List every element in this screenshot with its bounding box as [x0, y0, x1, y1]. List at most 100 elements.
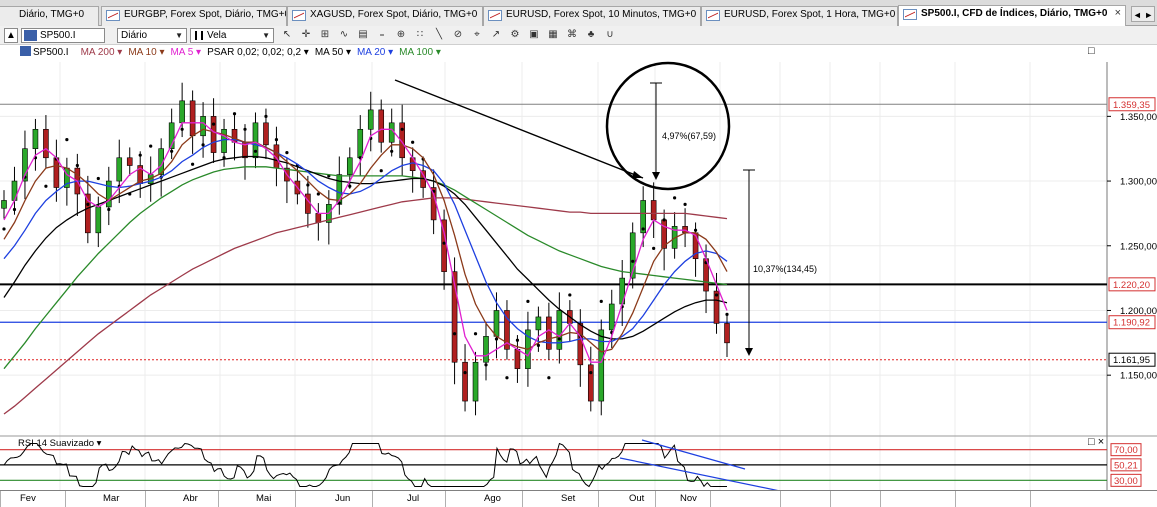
psar-dot [631, 259, 635, 263]
rsi-panel [0, 439, 1107, 490]
candle-body [263, 122, 269, 146]
psar-dot [149, 144, 153, 148]
psar-dot [526, 299, 530, 304]
candle-body [546, 316, 552, 350]
x-tick-label: Mai [256, 493, 272, 504]
measure-arrow-small [652, 172, 660, 180]
psar-dot [589, 370, 593, 375]
psar-dot [442, 241, 446, 245]
user-drawings[interactable] [394, 61, 755, 356]
x-tick-label: Jun [335, 493, 351, 504]
candle-body [357, 128, 364, 159]
price-axis[interactable]: 1.350,001.300,001.250,001.200,001.150,00… [1107, 97, 1157, 487]
psar-dot [568, 293, 572, 297]
series-line-ma-50 [3, 155, 728, 340]
candle-body [514, 348, 521, 370]
candle-body [95, 206, 102, 234]
psar-dot [641, 227, 645, 231]
psar-dot [180, 127, 184, 131]
candle-body [315, 213, 322, 223]
psar-dot [264, 114, 268, 118]
highlight-circle [605, 61, 731, 191]
rsi-level-tag: 50,21 [1114, 460, 1138, 471]
candle-body [556, 310, 563, 350]
price-chart[interactable]: 1.350,001.300,001.250,001.200,001.150,00… [0, 0, 1157, 490]
psar-dot [400, 127, 404, 131]
y-tick-label: 1.350,00 [1120, 112, 1157, 123]
psar-dot [191, 162, 195, 166]
psar-dot [505, 376, 509, 380]
measure-label-large: 10,37%(134,45) [753, 264, 818, 274]
rsi-level-tag: 30,00 [1114, 476, 1138, 487]
x-tick-label: Set [561, 493, 576, 504]
moving-averages [3, 122, 728, 415]
psar-dot [12, 207, 17, 212]
candle-body [179, 100, 185, 124]
psar-dot [599, 299, 603, 304]
psar-dot [379, 169, 383, 173]
psar-dot [725, 312, 729, 316]
candle-body [189, 100, 196, 137]
series-line-ma-20 [3, 138, 728, 344]
psar-dot [452, 332, 457, 336]
psar-dot [86, 202, 90, 206]
x-tick-label: Mar [103, 493, 120, 504]
price-level-tag: 1.161,95 [1113, 355, 1150, 366]
x-tick [0, 491, 1, 507]
rsi-label[interactable]: RSI 14 Suavizado ▾ [18, 438, 101, 449]
y-tick-label: 1.150,00 [1120, 371, 1157, 382]
psar-dot [473, 332, 478, 336]
psar-dot [211, 122, 216, 126]
candle-body [116, 157, 123, 182]
x-tick-label: Ago [484, 493, 501, 504]
x-tick [598, 491, 599, 507]
candle-body [210, 116, 217, 153]
candle-body [346, 157, 353, 175]
rsi-panel-controls[interactable]: □ × [1088, 436, 1104, 448]
rsi-level-tag: 70,00 [1114, 445, 1138, 456]
x-tick [655, 491, 656, 507]
time-axis[interactable]: Fev Mar Abr Mai Jun Jul Ago Set Out Nov [0, 490, 1157, 507]
y-tick-label: 1.250,00 [1120, 241, 1157, 252]
psar-dot [170, 149, 174, 153]
y-tick-label: 1.300,00 [1120, 177, 1157, 188]
x-tick [65, 491, 66, 507]
psar-dot [243, 127, 247, 131]
psar-dot [662, 218, 666, 222]
rsi-trendline-lower [619, 457, 779, 490]
psar-dot [673, 196, 677, 200]
candle-body [221, 128, 227, 153]
x-tick [880, 491, 881, 507]
candle-body [462, 361, 468, 402]
x-tick [372, 491, 373, 507]
x-tick-label: Jul [407, 493, 420, 504]
psar-dot [65, 138, 69, 142]
psar-dot [274, 138, 279, 142]
measure-label-small: 4,97%(67,59) [662, 131, 717, 141]
x-tick [445, 491, 446, 507]
candle-body [126, 157, 133, 166]
candle-body [587, 364, 594, 402]
psar-dot [463, 370, 467, 375]
series-line-ma-200 [3, 197, 728, 415]
psar-dot [484, 363, 488, 367]
psar-dot [536, 343, 540, 348]
measure-arrow-large [745, 348, 753, 356]
price-level-tag: 1.220,20 [1113, 280, 1150, 291]
psar-dot [253, 149, 258, 153]
x-tick [1030, 491, 1031, 507]
psar-dot [44, 184, 48, 188]
price-level-tag: 1.359,35 [1113, 100, 1150, 111]
candle-body [483, 336, 489, 363]
x-tick [955, 491, 956, 507]
psar-dot [285, 150, 289, 155]
candle-body [1, 200, 7, 209]
candle-body [577, 323, 584, 366]
psar-dot [693, 228, 698, 232]
candle-body [53, 157, 60, 188]
psar-dot [390, 149, 394, 153]
psar-dot [2, 227, 6, 231]
psar-dot [652, 246, 656, 250]
candle-body [472, 361, 479, 402]
psar-dot [96, 176, 100, 181]
